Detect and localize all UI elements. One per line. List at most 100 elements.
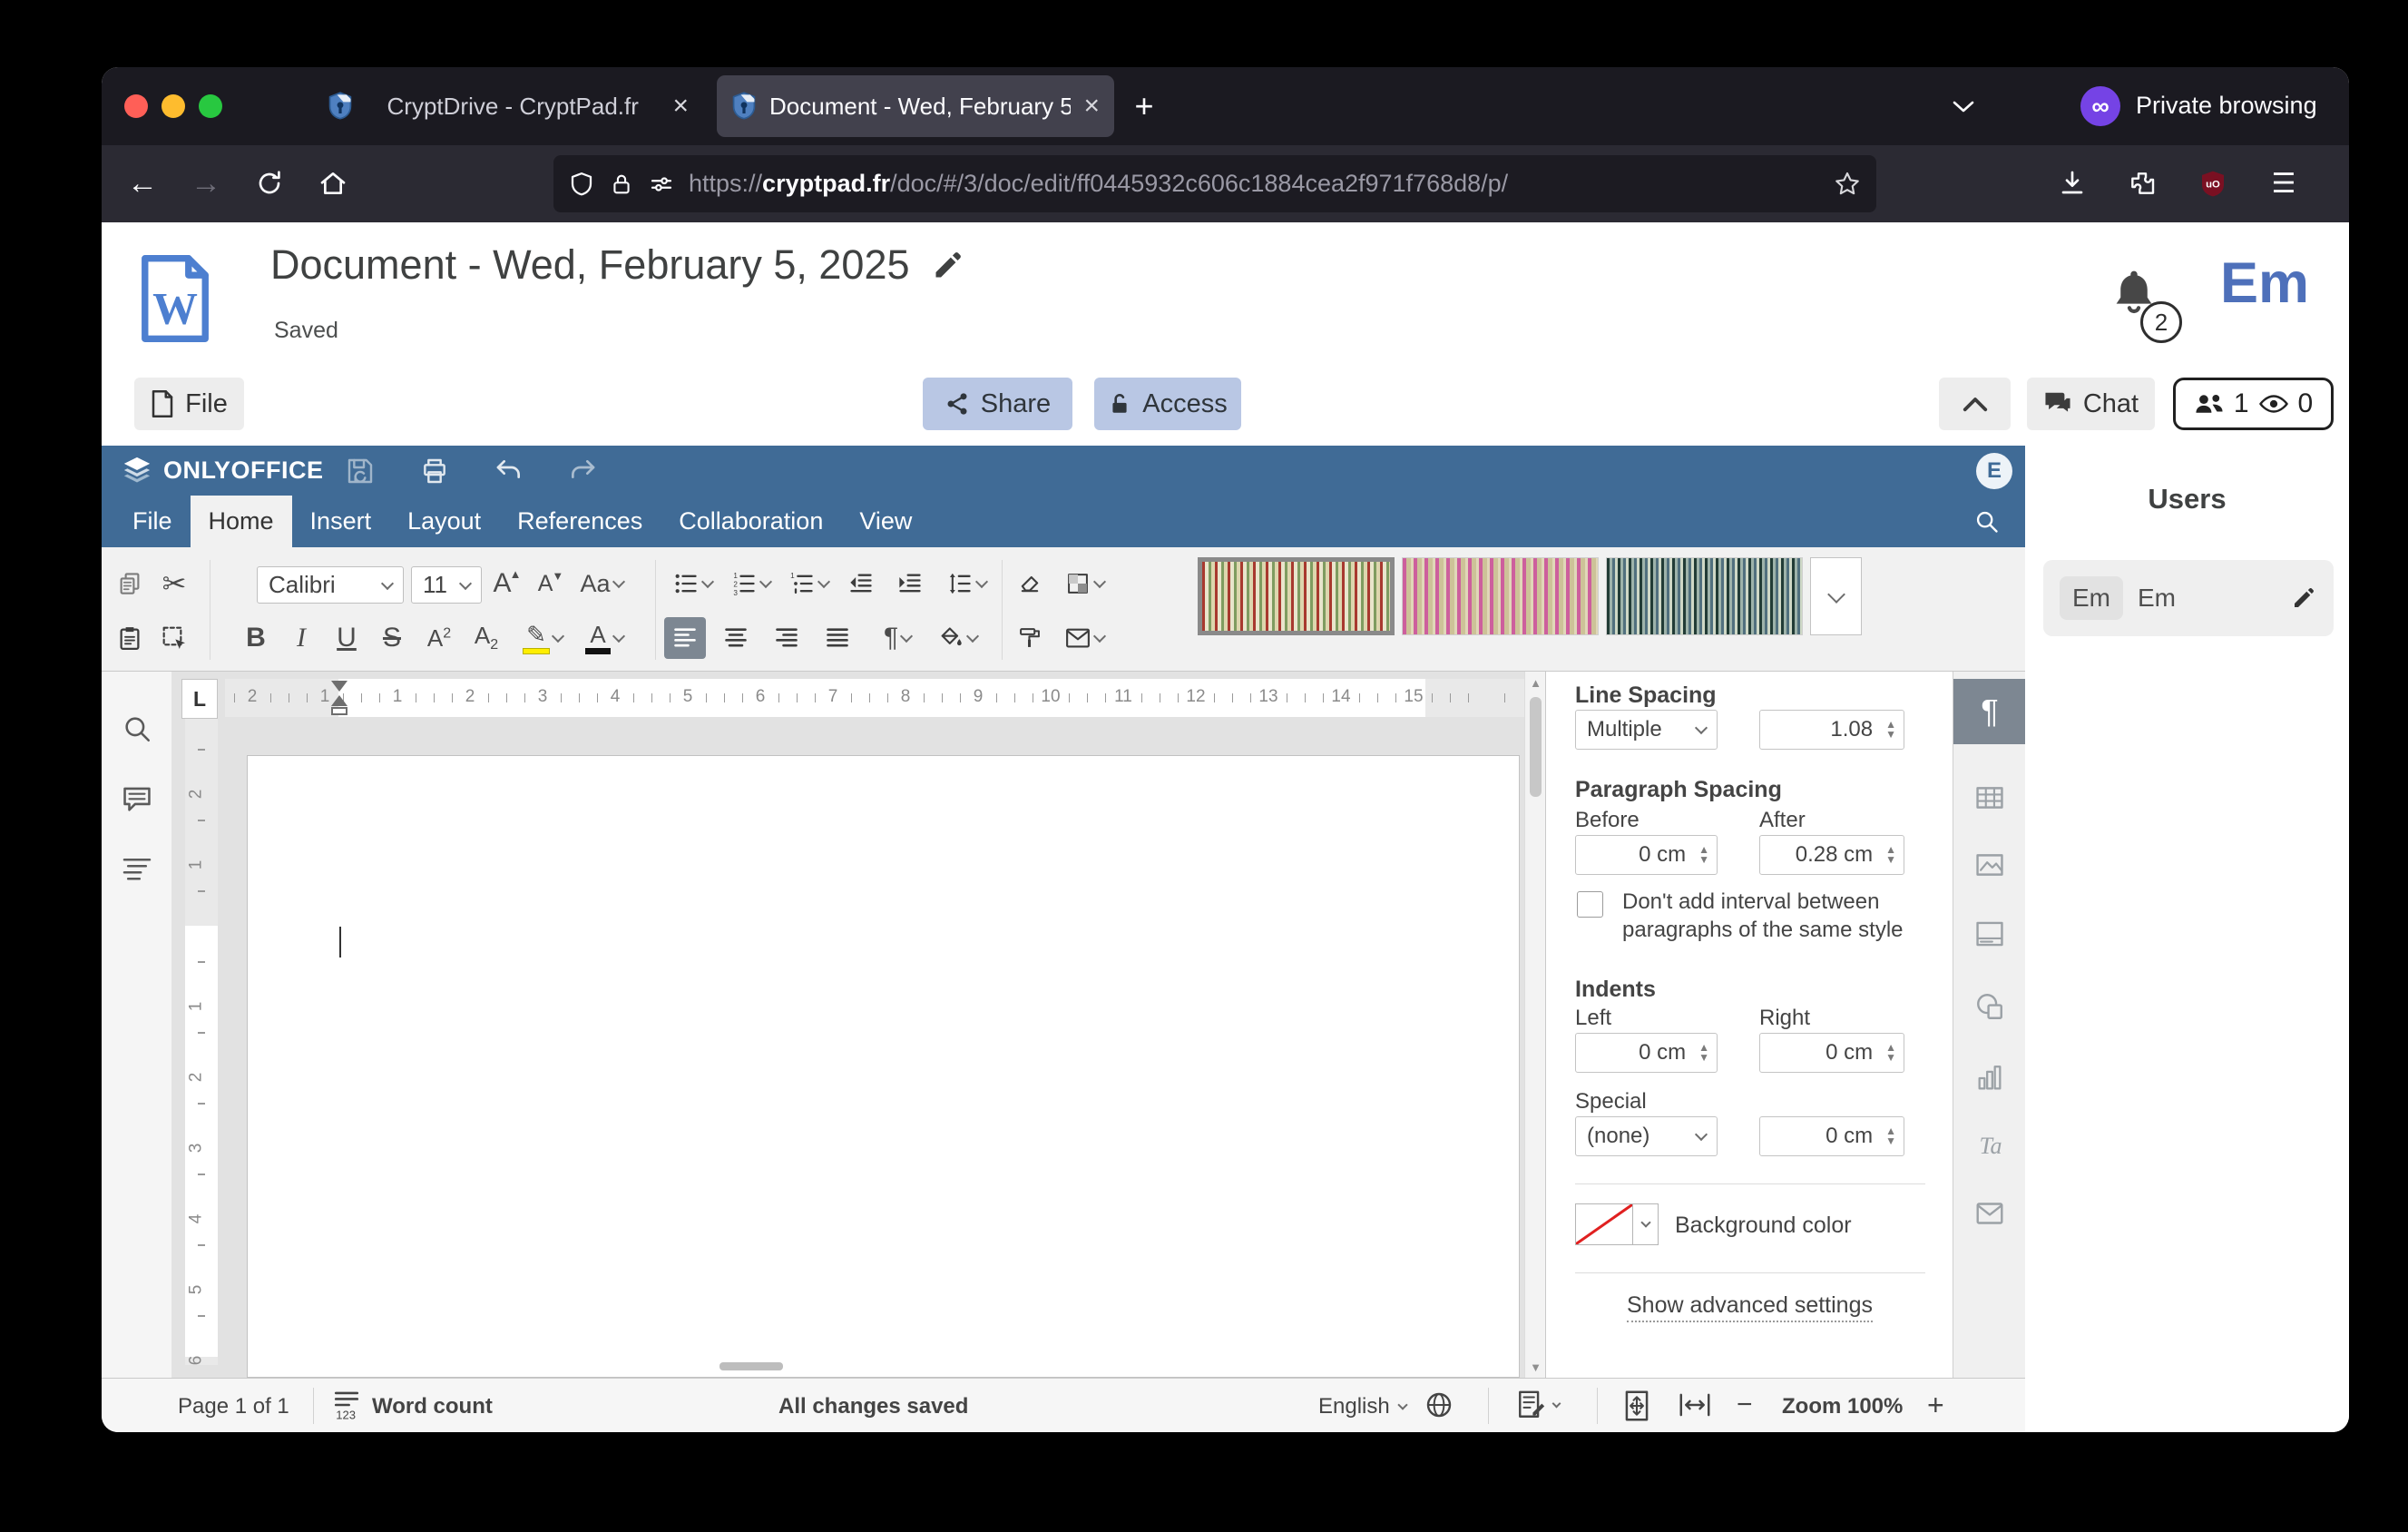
page-indicator[interactable]: Page 1 of 1 xyxy=(178,1394,289,1419)
decrease-indent-button[interactable] xyxy=(840,563,882,604)
show-advanced-settings-link[interactable]: Show advanced settings xyxy=(1627,1292,1873,1322)
minimize-window-button[interactable] xyxy=(162,94,185,118)
scroll-down-arrow[interactable]: ▼ xyxy=(1525,1358,1546,1376)
chart-settings-tab[interactable] xyxy=(1974,1063,2005,1094)
menu-file[interactable]: File xyxy=(114,496,191,547)
save-button[interactable] xyxy=(342,454,378,488)
line-spacing-mode-select[interactable]: Multiple xyxy=(1575,710,1718,750)
ublock-origin-button[interactable]: uO xyxy=(2192,162,2234,204)
multilevel-list-button[interactable]: 1 xyxy=(780,563,837,604)
spacing-before-spinner[interactable]: 0 cm▲▼ xyxy=(1575,835,1718,875)
spinner-arrows[interactable]: ▲▼ xyxy=(1885,1126,1896,1146)
image-settings-tab[interactable] xyxy=(1974,849,2005,880)
maximize-window-button[interactable] xyxy=(199,94,222,118)
font-color-button[interactable]: A xyxy=(576,617,632,659)
vertical-scrollbar-thumb[interactable] xyxy=(1530,697,1542,797)
user-list-item[interactable]: Em Em xyxy=(2043,560,2334,636)
align-center-button[interactable] xyxy=(715,617,757,659)
scroll-up-arrow[interactable]: ▲ xyxy=(1525,673,1546,692)
nonprinting-characters-button[interactable]: ¶ xyxy=(869,617,925,659)
url-bar[interactable]: https://cryptpad.fr/doc/#/3/doc/edit/ff0… xyxy=(553,155,1876,212)
style-preview-no-spacing[interactable] xyxy=(1402,557,1599,635)
tab-stop-selector[interactable]: L xyxy=(181,679,218,719)
language-selector[interactable]: English xyxy=(1318,1394,1406,1419)
tab-cryptdrive[interactable]: CryptDrive - CryptPad.fr × xyxy=(313,75,703,137)
spell-check-button[interactable] xyxy=(1517,1390,1560,1420)
menu-button[interactable]: ☰ xyxy=(2263,162,2305,204)
interval-checkbox[interactable] xyxy=(1577,891,1603,918)
editor-search-button[interactable] xyxy=(1969,504,2005,540)
tab-close-icon[interactable]: × xyxy=(1083,91,1100,122)
select-all-button[interactable] xyxy=(153,617,195,659)
background-color-swatch[interactable] xyxy=(1575,1203,1633,1245)
change-case-button[interactable]: Aa xyxy=(573,563,630,604)
shape-settings-tab[interactable] xyxy=(1974,991,2005,1022)
special-select[interactable]: (none) xyxy=(1575,1116,1718,1156)
presence-indicator[interactable]: 1 0 xyxy=(2173,378,2334,430)
paragraph-settings-tab[interactable]: ¶ xyxy=(1953,679,2026,744)
fit-width-button[interactable] xyxy=(1679,1392,1711,1418)
table-settings-tab[interactable] xyxy=(1974,782,2005,813)
first-line-indent-marker[interactable] xyxy=(331,681,347,692)
underline-button[interactable]: U xyxy=(326,617,367,659)
home-button[interactable] xyxy=(312,162,354,204)
zoom-level[interactable]: Zoom 100% xyxy=(1782,1394,1903,1419)
zoom-in-button[interactable]: + xyxy=(1927,1389,1944,1422)
set-language-button[interactable] xyxy=(1424,1390,1454,1419)
url-text[interactable]: https://cryptpad.fr/doc/#/3/doc/edit/ff0… xyxy=(689,170,1819,198)
menu-view[interactable]: View xyxy=(841,496,930,547)
share-button[interactable]: Share xyxy=(923,378,1072,430)
copy-button[interactable] xyxy=(109,563,151,604)
increase-font-button[interactable]: A▲ xyxy=(486,563,528,604)
access-button[interactable]: Access xyxy=(1094,378,1241,430)
menu-layout[interactable]: Layout xyxy=(389,496,499,547)
font-name-select[interactable]: Calibri xyxy=(257,566,404,604)
close-window-button[interactable] xyxy=(124,94,148,118)
indent-left-spinner[interactable]: 0 cm▲▼ xyxy=(1575,1033,1718,1073)
bullet-list-button[interactable] xyxy=(664,563,720,604)
file-menu-button[interactable]: File xyxy=(134,378,244,430)
align-left-button[interactable] xyxy=(664,617,706,659)
background-color-dropdown[interactable] xyxy=(1633,1203,1659,1245)
cell-shading-button[interactable] xyxy=(1056,563,1112,604)
document-title[interactable]: Document - Wed, February 5, 2025 xyxy=(270,241,910,289)
increase-indent-button[interactable] xyxy=(889,563,931,604)
spacing-after-spinner[interactable]: 0.28 cm▲▼ xyxy=(1759,835,1904,875)
back-button[interactable]: ← xyxy=(122,162,163,204)
spinner-arrows[interactable]: ▲▼ xyxy=(1698,1043,1709,1063)
highlight-color-button[interactable]: ✎ xyxy=(514,617,571,659)
bookmark-star-icon[interactable] xyxy=(1833,170,1862,199)
mail-merge-button[interactable] xyxy=(1056,617,1112,659)
hanging-indent-marker[interactable] xyxy=(331,695,347,706)
chat-button[interactable]: Chat xyxy=(2027,378,2155,430)
list-tabs-button[interactable] xyxy=(1943,89,1983,125)
tab-close-icon[interactable]: × xyxy=(672,91,689,122)
menu-collaboration[interactable]: Collaboration xyxy=(661,496,841,547)
align-right-button[interactable] xyxy=(766,617,808,659)
italic-button[interactable]: I xyxy=(280,617,322,659)
permissions-icon[interactable] xyxy=(648,171,675,198)
superscript-button[interactable]: A2 xyxy=(418,617,460,659)
redo-button[interactable] xyxy=(564,454,601,488)
special-by-spinner[interactable]: 0 cm▲▼ xyxy=(1759,1116,1904,1156)
edit-name-pencil-icon[interactable] xyxy=(2290,584,2317,612)
numbered-list-button[interactable]: 123 xyxy=(722,563,778,604)
decrease-font-button[interactable]: A▼ xyxy=(530,563,572,604)
rename-pencil-icon[interactable] xyxy=(932,249,964,281)
menu-insert[interactable]: Insert xyxy=(292,496,390,547)
editor-user-badge[interactable]: E xyxy=(1976,453,2012,489)
account-avatar[interactable]: Em xyxy=(2220,250,2309,316)
bold-button[interactable]: B xyxy=(235,617,277,659)
subscript-button[interactable]: A2 xyxy=(465,617,507,659)
reload-button[interactable] xyxy=(249,162,290,204)
style-preview-normal[interactable] xyxy=(1198,557,1395,635)
horizontal-ruler[interactable]: 21123456789101112131415 xyxy=(225,679,1524,717)
new-tab-button[interactable]: + xyxy=(1125,87,1163,125)
lock-icon[interactable] xyxy=(609,171,634,198)
header-footer-settings-tab[interactable] xyxy=(1974,918,2005,949)
zoom-out-button[interactable]: − xyxy=(1737,1390,1753,1420)
mail-merge-settings-tab[interactable] xyxy=(1974,1201,2005,1226)
menu-references[interactable]: References xyxy=(499,496,661,547)
word-count-button[interactable]: Word count xyxy=(372,1394,493,1419)
font-size-select[interactable]: 11 xyxy=(411,566,482,604)
